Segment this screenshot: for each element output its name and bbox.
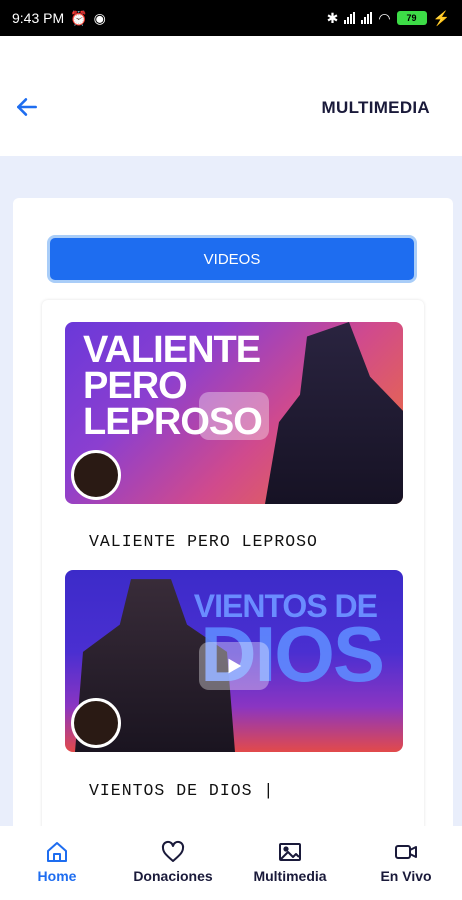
- signal-icon-2: [361, 12, 373, 24]
- battery-icon: 79: [396, 11, 427, 25]
- video-caption-1[interactable]: VALIENTE PERO LEPROSO: [89, 532, 318, 551]
- nav-live[interactable]: En Vivo: [351, 840, 461, 884]
- nav-live-label: En Vivo: [380, 868, 432, 884]
- nav-home-label: Home: [37, 868, 77, 884]
- church-logo: [71, 698, 121, 748]
- app-notification-icon: ◉: [93, 9, 106, 26]
- nav-donations-label: Donaciones: [133, 868, 213, 884]
- video-thumbnail-1[interactable]: VALIENTE PERO LEPROSO: [65, 322, 403, 504]
- app-header: MULTIMEDIA: [0, 36, 462, 156]
- tab-videos[interactable]: VIDEOS: [47, 235, 417, 283]
- status-bar: 9:43 PM ⏰ ◉ ✱ ◠ 79 ⚡: [0, 0, 462, 36]
- nav-multimedia[interactable]: Multimedia: [235, 840, 345, 884]
- nav-home[interactable]: Home: [2, 840, 112, 884]
- bottom-navigation: Home Donaciones Multimedia En Vivo: [0, 826, 462, 900]
- play-icon[interactable]: [199, 392, 269, 440]
- wifi-icon: ◠: [378, 9, 391, 26]
- nav-donations[interactable]: Donaciones: [118, 840, 228, 884]
- charging-icon: ⚡: [432, 9, 450, 26]
- video-caption-2[interactable]: VIENTOS DE DIOS |: [89, 781, 274, 800]
- page-title: MULTIMEDIA: [321, 98, 430, 117]
- arrow-left-icon[interactable]: [14, 94, 40, 120]
- signal-icon: [344, 12, 356, 24]
- bluetooth-icon: ✱: [326, 9, 339, 26]
- video-thumbnail-2[interactable]: VIENTOS DE DIOS: [65, 570, 403, 752]
- nav-multimedia-label: Multimedia: [253, 868, 327, 884]
- alarm-icon: ⏰: [70, 9, 88, 26]
- status-time: 9:43 PM: [12, 10, 65, 26]
- play-icon[interactable]: [199, 642, 269, 690]
- church-logo: [71, 450, 121, 500]
- home-icon: [47, 842, 67, 862]
- video-camera-icon: [395, 845, 417, 859]
- image-icon: [279, 843, 301, 861]
- video-list: VALIENTE PERO LEPROSO VALIENTE PERO LEPR…: [42, 300, 424, 860]
- content-card: VIDEOS VALIENTE PERO LEPROSO VALIENTE PE…: [13, 198, 453, 860]
- heart-icon: [161, 840, 185, 862]
- preacher-figure: [265, 322, 403, 504]
